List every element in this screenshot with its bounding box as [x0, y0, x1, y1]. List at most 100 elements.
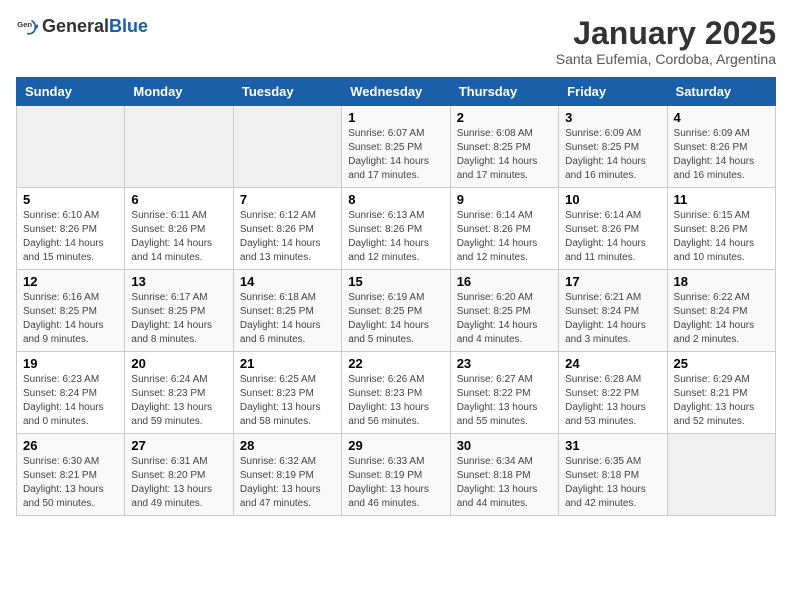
week-row-5: 26 Sunrise: 6:30 AM Sunset: 8:21 PM Dayl…	[17, 434, 776, 516]
calendar-cell: 25 Sunrise: 6:29 AM Sunset: 8:21 PM Dayl…	[667, 352, 775, 434]
day-number: 11	[674, 192, 769, 207]
day-info: Sunrise: 6:29 AM Sunset: 8:21 PM Dayligh…	[674, 373, 769, 429]
calendar-cell: 1 Sunrise: 6:07 AM Sunset: 8:25 PM Dayli…	[342, 106, 450, 188]
calendar-cell: 21 Sunrise: 6:25 AM Sunset: 8:23 PM Dayl…	[233, 352, 341, 434]
day-number: 3	[565, 110, 660, 125]
day-info: Sunrise: 6:12 AM Sunset: 8:26 PM Dayligh…	[240, 209, 335, 265]
day-number: 14	[240, 274, 335, 289]
calendar-cell: 6 Sunrise: 6:11 AM Sunset: 8:26 PM Dayli…	[125, 188, 233, 270]
day-number: 18	[674, 274, 769, 289]
day-number: 29	[348, 438, 443, 453]
calendar-cell: 14 Sunrise: 6:18 AM Sunset: 8:25 PM Dayl…	[233, 270, 341, 352]
day-number: 7	[240, 192, 335, 207]
day-info: Sunrise: 6:20 AM Sunset: 8:25 PM Dayligh…	[457, 291, 552, 347]
calendar-cell: 5 Sunrise: 6:10 AM Sunset: 8:26 PM Dayli…	[17, 188, 125, 270]
calendar-cell: 31 Sunrise: 6:35 AM Sunset: 8:18 PM Dayl…	[559, 434, 667, 516]
day-info: Sunrise: 6:21 AM Sunset: 8:24 PM Dayligh…	[565, 291, 660, 347]
day-info: Sunrise: 6:27 AM Sunset: 8:22 PM Dayligh…	[457, 373, 552, 429]
day-info: Sunrise: 6:16 AM Sunset: 8:25 PM Dayligh…	[23, 291, 118, 347]
calendar-cell: 30 Sunrise: 6:34 AM Sunset: 8:18 PM Dayl…	[450, 434, 558, 516]
day-info: Sunrise: 6:14 AM Sunset: 8:26 PM Dayligh…	[457, 209, 552, 265]
calendar-cell: 10 Sunrise: 6:14 AM Sunset: 8:26 PM Dayl…	[559, 188, 667, 270]
day-number: 8	[348, 192, 443, 207]
day-number: 30	[457, 438, 552, 453]
day-info: Sunrise: 6:10 AM Sunset: 8:26 PM Dayligh…	[23, 209, 118, 265]
calendar-cell: 17 Sunrise: 6:21 AM Sunset: 8:24 PM Dayl…	[559, 270, 667, 352]
day-info: Sunrise: 6:24 AM Sunset: 8:23 PM Dayligh…	[131, 373, 226, 429]
day-number: 4	[674, 110, 769, 125]
page-header: Gen GeneralBlue January 2025 Santa Eufem…	[16, 16, 776, 67]
day-info: Sunrise: 6:30 AM Sunset: 8:21 PM Dayligh…	[23, 455, 118, 511]
day-info: Sunrise: 6:35 AM Sunset: 8:18 PM Dayligh…	[565, 455, 660, 511]
day-info: Sunrise: 6:33 AM Sunset: 8:19 PM Dayligh…	[348, 455, 443, 511]
calendar-cell	[17, 106, 125, 188]
col-monday: Monday	[125, 78, 233, 106]
day-info: Sunrise: 6:23 AM Sunset: 8:24 PM Dayligh…	[23, 373, 118, 429]
day-info: Sunrise: 6:22 AM Sunset: 8:24 PM Dayligh…	[674, 291, 769, 347]
day-number: 25	[674, 356, 769, 371]
svg-text:Gen: Gen	[17, 20, 32, 29]
day-info: Sunrise: 6:08 AM Sunset: 8:25 PM Dayligh…	[457, 127, 552, 183]
day-info: Sunrise: 6:18 AM Sunset: 8:25 PM Dayligh…	[240, 291, 335, 347]
day-info: Sunrise: 6:07 AM Sunset: 8:25 PM Dayligh…	[348, 127, 443, 183]
month-title: January 2025	[556, 16, 776, 51]
calendar-cell: 9 Sunrise: 6:14 AM Sunset: 8:26 PM Dayli…	[450, 188, 558, 270]
day-info: Sunrise: 6:32 AM Sunset: 8:19 PM Dayligh…	[240, 455, 335, 511]
col-thursday: Thursday	[450, 78, 558, 106]
calendar-cell: 19 Sunrise: 6:23 AM Sunset: 8:24 PM Dayl…	[17, 352, 125, 434]
calendar-cell: 3 Sunrise: 6:09 AM Sunset: 8:25 PM Dayli…	[559, 106, 667, 188]
day-number: 24	[565, 356, 660, 371]
logo: Gen GeneralBlue	[16, 16, 148, 38]
col-friday: Friday	[559, 78, 667, 106]
day-number: 2	[457, 110, 552, 125]
day-number: 5	[23, 192, 118, 207]
calendar-cell: 4 Sunrise: 6:09 AM Sunset: 8:26 PM Dayli…	[667, 106, 775, 188]
day-info: Sunrise: 6:26 AM Sunset: 8:23 PM Dayligh…	[348, 373, 443, 429]
day-number: 22	[348, 356, 443, 371]
day-info: Sunrise: 6:31 AM Sunset: 8:20 PM Dayligh…	[131, 455, 226, 511]
calendar-cell	[667, 434, 775, 516]
calendar-cell: 11 Sunrise: 6:15 AM Sunset: 8:26 PM Dayl…	[667, 188, 775, 270]
calendar-table: Sunday Monday Tuesday Wednesday Thursday…	[16, 77, 776, 516]
day-number: 6	[131, 192, 226, 207]
day-info: Sunrise: 6:09 AM Sunset: 8:25 PM Dayligh…	[565, 127, 660, 183]
week-row-4: 19 Sunrise: 6:23 AM Sunset: 8:24 PM Dayl…	[17, 352, 776, 434]
calendar-cell: 18 Sunrise: 6:22 AM Sunset: 8:24 PM Dayl…	[667, 270, 775, 352]
day-number: 21	[240, 356, 335, 371]
calendar-cell: 12 Sunrise: 6:16 AM Sunset: 8:25 PM Dayl…	[17, 270, 125, 352]
day-info: Sunrise: 6:19 AM Sunset: 8:25 PM Dayligh…	[348, 291, 443, 347]
calendar-cell: 23 Sunrise: 6:27 AM Sunset: 8:22 PM Dayl…	[450, 352, 558, 434]
calendar-cell: 15 Sunrise: 6:19 AM Sunset: 8:25 PM Dayl…	[342, 270, 450, 352]
calendar-cell: 27 Sunrise: 6:31 AM Sunset: 8:20 PM Dayl…	[125, 434, 233, 516]
calendar-cell: 2 Sunrise: 6:08 AM Sunset: 8:25 PM Dayli…	[450, 106, 558, 188]
day-number: 10	[565, 192, 660, 207]
day-number: 23	[457, 356, 552, 371]
day-number: 13	[131, 274, 226, 289]
col-sunday: Sunday	[17, 78, 125, 106]
day-number: 27	[131, 438, 226, 453]
day-number: 1	[348, 110, 443, 125]
calendar-cell: 7 Sunrise: 6:12 AM Sunset: 8:26 PM Dayli…	[233, 188, 341, 270]
col-saturday: Saturday	[667, 78, 775, 106]
week-row-1: 1 Sunrise: 6:07 AM Sunset: 8:25 PM Dayli…	[17, 106, 776, 188]
logo-icon: Gen	[16, 16, 38, 38]
calendar-cell: 24 Sunrise: 6:28 AM Sunset: 8:22 PM Dayl…	[559, 352, 667, 434]
day-info: Sunrise: 6:15 AM Sunset: 8:26 PM Dayligh…	[674, 209, 769, 265]
calendar-cell: 16 Sunrise: 6:20 AM Sunset: 8:25 PM Dayl…	[450, 270, 558, 352]
day-info: Sunrise: 6:13 AM Sunset: 8:26 PM Dayligh…	[348, 209, 443, 265]
calendar-cell: 26 Sunrise: 6:30 AM Sunset: 8:21 PM Dayl…	[17, 434, 125, 516]
day-info: Sunrise: 6:25 AM Sunset: 8:23 PM Dayligh…	[240, 373, 335, 429]
day-number: 20	[131, 356, 226, 371]
logo-general-text: GeneralBlue	[42, 17, 148, 37]
title-block: January 2025 Santa Eufemia, Cordoba, Arg…	[556, 16, 776, 67]
calendar-cell	[233, 106, 341, 188]
day-number: 26	[23, 438, 118, 453]
day-info: Sunrise: 6:28 AM Sunset: 8:22 PM Dayligh…	[565, 373, 660, 429]
day-info: Sunrise: 6:09 AM Sunset: 8:26 PM Dayligh…	[674, 127, 769, 183]
day-number: 12	[23, 274, 118, 289]
col-tuesday: Tuesday	[233, 78, 341, 106]
col-wednesday: Wednesday	[342, 78, 450, 106]
day-number: 9	[457, 192, 552, 207]
week-row-3: 12 Sunrise: 6:16 AM Sunset: 8:25 PM Dayl…	[17, 270, 776, 352]
day-info: Sunrise: 6:11 AM Sunset: 8:26 PM Dayligh…	[131, 209, 226, 265]
